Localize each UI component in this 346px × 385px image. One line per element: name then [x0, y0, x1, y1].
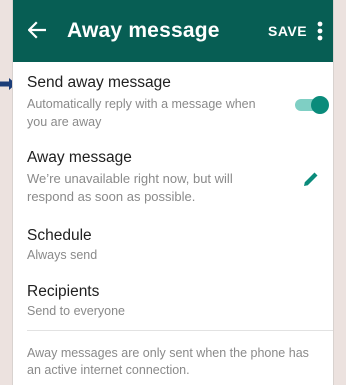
phone-screen: Away message SAVE Send away message Auto…: [13, 0, 333, 385]
away-message-title: Away message: [27, 149, 132, 166]
send-away-message-toggle[interactable]: [295, 96, 329, 114]
away-message-text-line2: respond as soon as possible.: [27, 189, 196, 204]
send-away-message-subtitle-line1: Automatically reply with a message when: [27, 97, 256, 111]
recipients-row[interactable]: Recipients Send to everyone: [13, 278, 333, 326]
footer-note-line2: an active internet connection.: [27, 363, 190, 377]
more-vert-icon: [317, 21, 323, 41]
send-away-message-title: Send away message: [27, 74, 171, 91]
away-message-row[interactable]: Away message We’re unavailable right now…: [13, 142, 333, 214]
divider: [27, 330, 333, 331]
away-message-text-line1: We’re unavailable right now, but will: [27, 171, 233, 186]
schedule-row[interactable]: Schedule Always send: [13, 222, 333, 270]
schedule-value: Always send: [27, 248, 98, 262]
recipients-title: Recipients: [27, 283, 100, 300]
save-button[interactable]: SAVE: [268, 23, 307, 39]
footer-note: Away messages are only sent when the pho…: [27, 345, 327, 379]
edit-away-message-button[interactable]: [300, 168, 322, 190]
recipients-value: Send to everyone: [27, 304, 125, 318]
toggle-thumb: [311, 96, 329, 114]
send-away-message-row[interactable]: Send away message Automatically reply wi…: [13, 62, 333, 134]
page-title: Away message: [67, 19, 220, 42]
arrow-left-icon: [28, 21, 46, 39]
pencil-icon: [304, 172, 318, 186]
footer-note-line1: Away messages are only sent when the pho…: [27, 346, 309, 360]
schedule-title: Schedule: [27, 227, 92, 244]
back-button[interactable]: [23, 16, 51, 44]
app-bar: Away message SAVE: [13, 0, 333, 62]
send-away-message-subtitle-line2: you are away: [27, 115, 102, 129]
more-options-button[interactable]: [313, 19, 327, 43]
